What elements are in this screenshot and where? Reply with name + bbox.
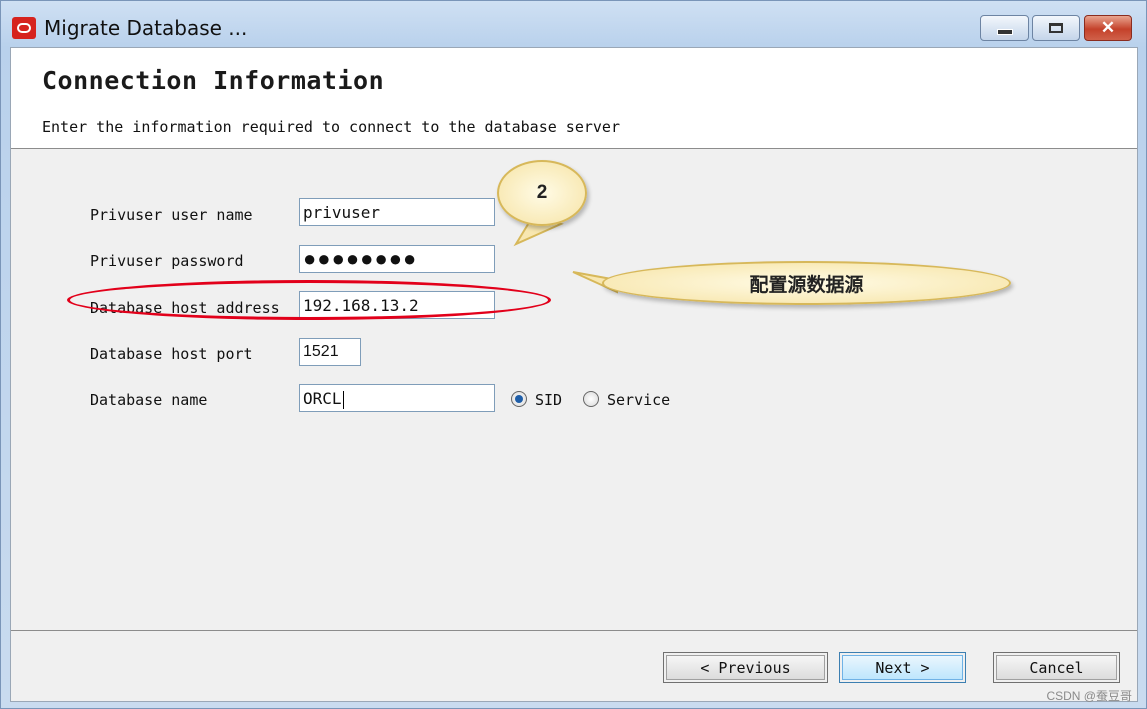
dialog-content: Connection Information Enter the informa…: [10, 47, 1138, 702]
cancel-button-label: Cancel: [996, 655, 1117, 680]
migrate-database-window: Migrate Database ... ✕ Connection Inform…: [0, 0, 1147, 709]
csdn-watermark: CSDN @蚕豆哥: [1046, 689, 1132, 703]
close-button[interactable]: ✕: [1084, 15, 1132, 41]
next-button-label: Next >: [842, 655, 963, 680]
cancel-button[interactable]: Cancel: [993, 652, 1120, 683]
next-button[interactable]: Next >: [839, 652, 966, 683]
minimize-icon: [996, 29, 1013, 35]
oracle-app-icon: [12, 17, 36, 39]
callout-tails: [513, 214, 618, 294]
maximize-icon: [1049, 23, 1063, 33]
config-source-callout: 配置源数据源: [602, 261, 1011, 305]
previous-button-label: < Previous: [666, 655, 825, 680]
previous-button[interactable]: < Previous: [663, 652, 828, 683]
close-icon: ✕: [1100, 18, 1116, 37]
step-number-callout: 2: [497, 160, 587, 226]
footer-divider: [11, 630, 1137, 631]
host-address-highlight: [67, 280, 551, 320]
title-bar[interactable]: Migrate Database ... ✕: [1, 1, 1146, 47]
maximize-button[interactable]: [1032, 15, 1080, 41]
window-title: Migrate Database ...: [44, 16, 248, 40]
minimize-button[interactable]: [980, 15, 1029, 41]
